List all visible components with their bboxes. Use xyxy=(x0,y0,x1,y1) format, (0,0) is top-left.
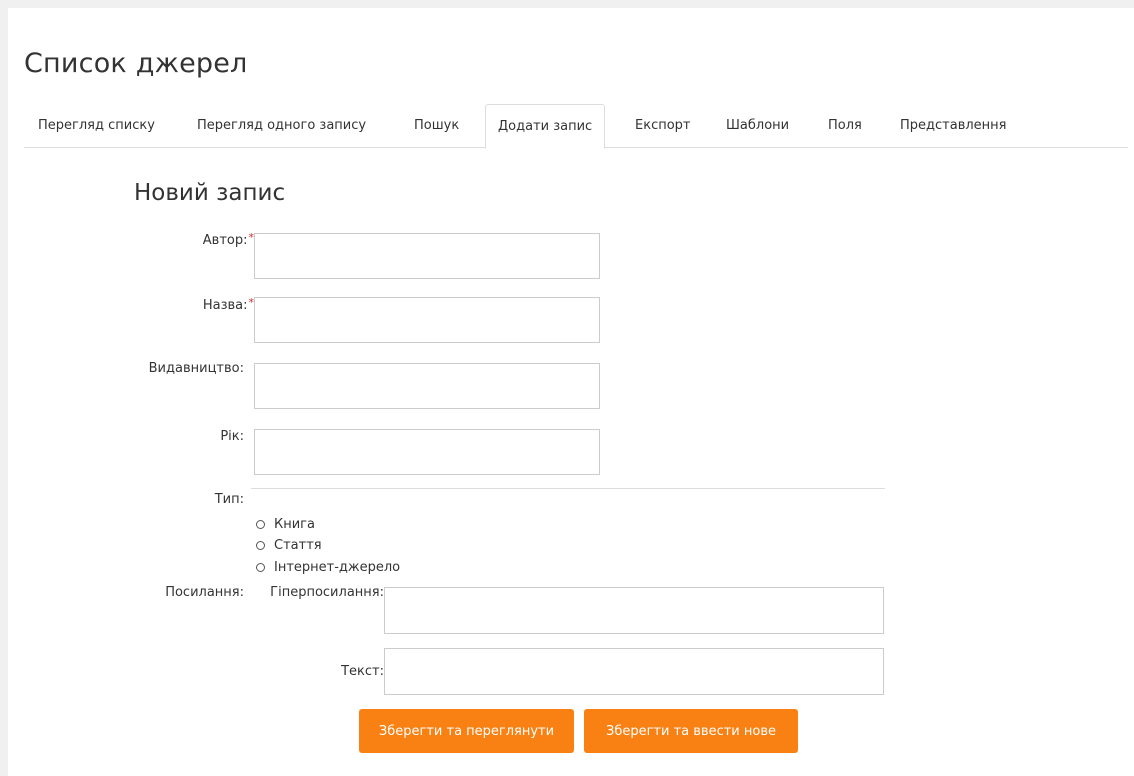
publisher-input[interactable] xyxy=(254,363,600,409)
save-and-add-new-button[interactable]: Зберегти та ввести нове xyxy=(584,709,798,753)
tab-presets[interactable]: Представлення xyxy=(900,104,1007,148)
title-input[interactable] xyxy=(254,297,600,343)
tab-fields[interactable]: Поля xyxy=(828,104,862,148)
link-label: Посилання: xyxy=(165,585,244,600)
author-label-text: Автор: xyxy=(202,233,248,248)
radio-book[interactable]: Книга xyxy=(256,515,315,533)
radio-internet-source-label: Інтернет-джерело xyxy=(274,559,401,575)
tab-bar: Перегляд списку Перегляд одного запису П… xyxy=(24,104,1128,149)
publisher-label: Видавництво: xyxy=(148,361,244,376)
tab-export[interactable]: Експорт xyxy=(635,104,691,148)
radio-circle-icon[interactable] xyxy=(256,540,265,550)
author-input[interactable] xyxy=(254,233,600,279)
radio-circle-icon[interactable] xyxy=(256,519,265,529)
tab-single-view[interactable]: Перегляд одного запису xyxy=(197,104,366,148)
radio-internet-source[interactable]: Інтернет-джерело xyxy=(256,558,400,576)
page-card: Список джерел Перегляд списку Перегляд о… xyxy=(8,8,1134,776)
tab-templates[interactable]: Шаблони xyxy=(726,104,789,148)
radio-circle-icon[interactable] xyxy=(256,562,265,572)
hyperlink-label: Гіперпосилання: xyxy=(270,585,384,600)
tab-search[interactable]: Пошук xyxy=(414,104,459,148)
year-label: Рік: xyxy=(220,429,244,444)
radio-book-label: Книга xyxy=(274,516,315,532)
page-title: Список джерел xyxy=(24,48,248,79)
tab-list-view[interactable]: Перегляд списку xyxy=(38,104,155,148)
link-text-input[interactable] xyxy=(384,648,884,695)
form-title: Новий запис xyxy=(134,180,286,206)
type-label: Тип: xyxy=(214,492,244,507)
title-label-text: Назва: xyxy=(202,298,248,313)
author-label: Автор:* xyxy=(202,231,254,248)
radio-article-label: Стаття xyxy=(274,537,322,553)
title-label: Назва:* xyxy=(202,296,254,313)
hyperlink-input[interactable] xyxy=(384,587,884,634)
tab-add-entry[interactable]: Додати запис xyxy=(485,104,606,149)
save-and-view-button[interactable]: Зберегти та переглянути xyxy=(359,709,574,753)
radio-article[interactable]: Стаття xyxy=(256,536,322,554)
divider xyxy=(251,488,885,489)
link-text-label: Текст: xyxy=(341,664,384,679)
year-input[interactable] xyxy=(254,429,600,475)
